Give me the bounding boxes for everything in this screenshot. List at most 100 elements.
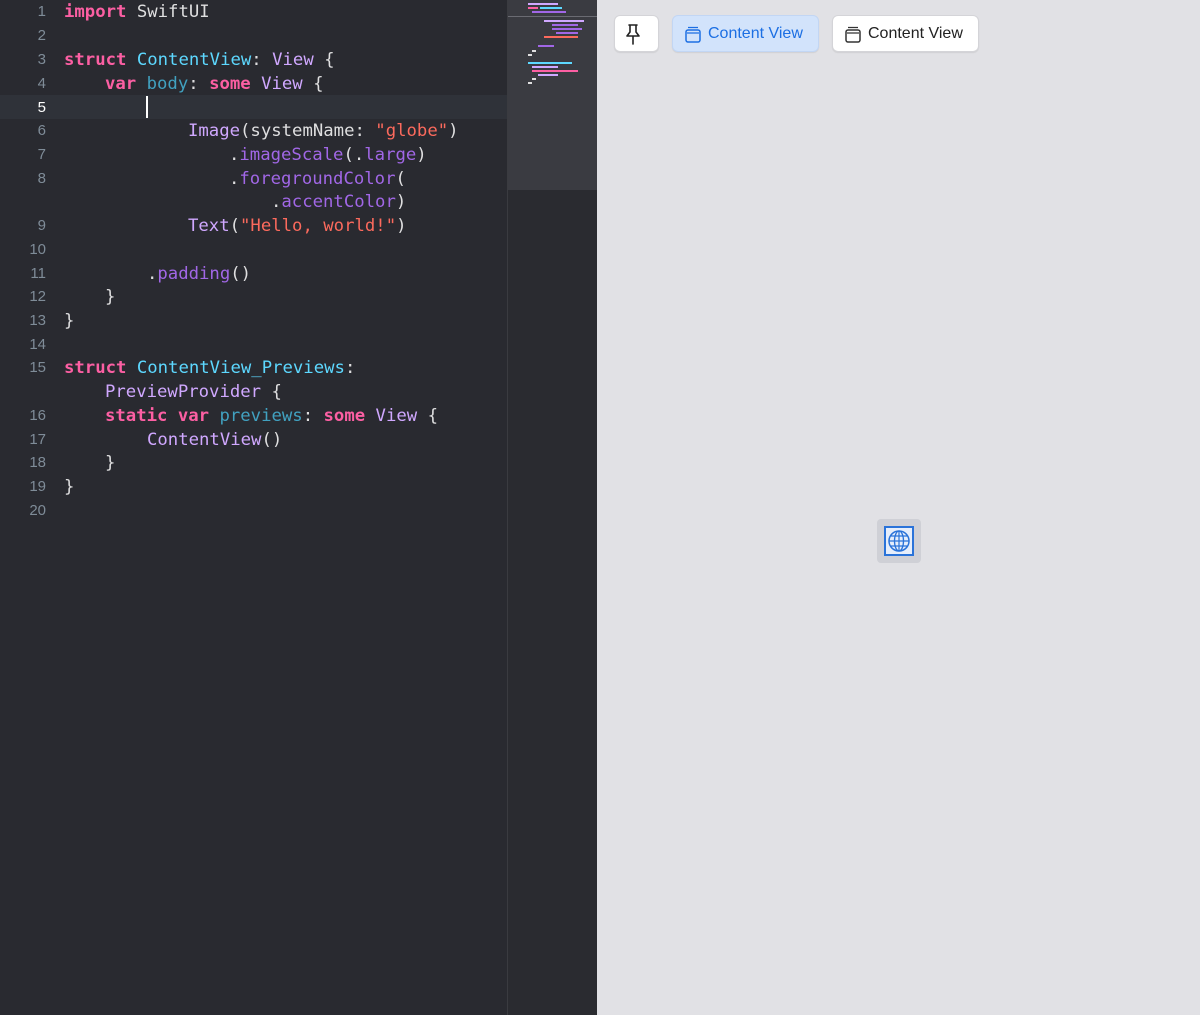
line-number: 12 [29, 288, 46, 305]
keyword: struct [64, 358, 127, 378]
minimap-line [552, 24, 578, 26]
code-line: var body: some View { [105, 72, 324, 96]
type-ref: View [272, 50, 314, 70]
code-token: ) [395, 192, 407, 212]
code-token: } [64, 311, 75, 331]
minimap-line [544, 20, 584, 22]
preview-tab-content-view[interactable]: Content View [832, 15, 979, 52]
code-token: ) [396, 216, 407, 236]
line-number: 3 [37, 51, 46, 68]
minimap[interactable] [507, 0, 597, 1015]
code-token: . [229, 169, 240, 189]
code-token: : [302, 406, 324, 426]
minimap-line [532, 66, 558, 68]
line-number: 10 [29, 241, 46, 258]
minimap-line [538, 74, 558, 76]
keyword: var [105, 74, 137, 94]
code-token: ) [448, 121, 459, 141]
minimap-line [532, 78, 536, 80]
minimap-line [528, 7, 538, 9]
method-name: imageScale [239, 145, 344, 165]
line-number: 4 [37, 75, 46, 92]
code-line-wrapped: PreviewProvider { [105, 380, 282, 404]
minimap-line [532, 70, 578, 72]
text-cursor [146, 96, 148, 118]
code-token: : [344, 358, 356, 378]
current-line-highlight [0, 95, 507, 119]
code-line: } [105, 285, 115, 309]
code-token: SwiftUI [126, 2, 210, 22]
type-ref: View [375, 406, 418, 426]
keyword: import [64, 2, 127, 22]
minimap-line [532, 50, 536, 52]
keyword: var [177, 406, 210, 426]
line-number: 2 [37, 27, 46, 44]
code-line: .foregroundColor( [229, 167, 406, 191]
line-number: 17 [29, 431, 46, 448]
line-number: 11 [30, 265, 46, 282]
code-token: { [261, 382, 282, 402]
code-line: Image(systemName: "globe") [188, 119, 459, 143]
preview-tab-content-view-selected[interactable]: Content View [672, 15, 819, 52]
line-number: 15 [29, 359, 46, 376]
code-token: : [188, 74, 210, 94]
code-token: ( [395, 169, 406, 189]
type-name: ContentView [136, 50, 252, 70]
code-line-wrapped: .accentColor) [271, 190, 406, 214]
code-token: { [417, 406, 438, 426]
string-literal: "Hello, world!" [240, 216, 397, 236]
line-number: 16 [29, 407, 46, 424]
code-line: ContentView() [147, 428, 282, 452]
line-number-gutter: 1 2 3 4 5 6 7 8 9 10 11 12 13 14 15 16 1… [0, 0, 56, 1015]
line-number: 19 [29, 478, 46, 495]
code-token: { [313, 50, 335, 70]
code-token: : [251, 50, 273, 70]
method-name: foregroundColor [239, 169, 396, 189]
code-line: static var previews: some View { [105, 404, 438, 428]
line-number: 6 [37, 122, 46, 139]
line-number: 9 [37, 217, 46, 234]
minimap-line [528, 62, 572, 64]
preview-canvas[interactable]: Content View Content View [597, 0, 1200, 1015]
keyword: some [323, 406, 366, 426]
window-icon [845, 26, 861, 43]
minimap-line [528, 3, 558, 5]
pin-preview-button[interactable] [614, 15, 659, 52]
code-line: } [105, 451, 115, 475]
line-number: 7 [37, 146, 46, 163]
code-line: .padding() [147, 262, 251, 286]
minimap-line [556, 32, 578, 34]
code-token: . [229, 145, 240, 165]
type-ref: Text [188, 216, 230, 236]
window-icon [685, 26, 701, 43]
code-token: ( [229, 216, 241, 236]
code-line: struct ContentView_Previews: [64, 356, 355, 380]
preview-content[interactable] [877, 519, 921, 563]
line-number: 20 [29, 502, 46, 519]
line-number: 1 [37, 3, 46, 20]
code-line: Text("Hello, world!") [188, 214, 407, 238]
line-number: 14 [29, 336, 46, 353]
keyword: struct [64, 50, 127, 70]
minimap-line [528, 54, 532, 56]
type-name: ContentView_Previews [136, 358, 345, 378]
type-ref: PreviewProvider [105, 382, 262, 402]
current-line-number: 5 [37, 99, 46, 116]
preview-tab-label: Content View [708, 24, 803, 42]
type-ref: View [261, 74, 303, 94]
code-line: } [64, 309, 74, 333]
type-ref: Image [188, 121, 241, 141]
code-line: import SwiftUI [64, 0, 210, 24]
code-token: (. [343, 145, 365, 165]
code-editor[interactable]: 1 2 3 4 5 6 7 8 9 10 11 12 13 14 15 16 1… [0, 0, 507, 1015]
minimap-line [552, 28, 582, 30]
code-token: (systemName: [240, 121, 376, 141]
code-line: struct ContentView: View { [64, 48, 335, 72]
code-line: } [64, 475, 74, 499]
preview-tab-label: Content View [868, 24, 963, 42]
enum-case: large [364, 145, 417, 165]
line-number: 8 [37, 170, 46, 187]
minimap-line [528, 82, 532, 84]
code-token: . [271, 192, 282, 212]
code-token: ) [416, 145, 427, 165]
